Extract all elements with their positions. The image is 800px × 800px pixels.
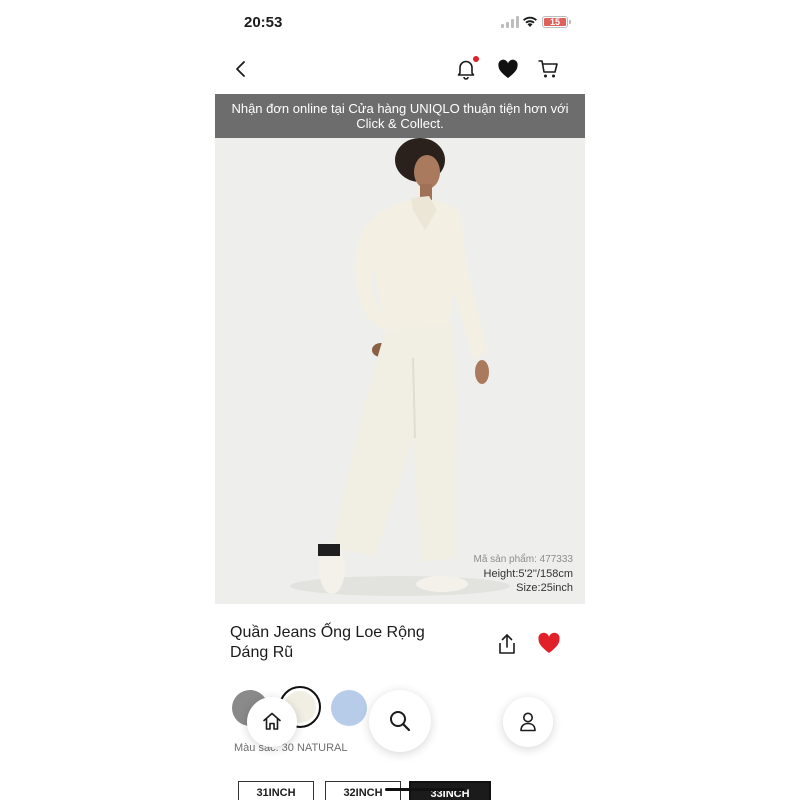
notification-dot xyxy=(473,56,479,62)
account-button[interactable] xyxy=(503,697,553,747)
home-button[interactable] xyxy=(247,697,297,747)
product-title: Quần Jeans Ống Loe Rộng Dáng Rũ xyxy=(230,623,480,663)
favorite-heart-icon[interactable] xyxy=(537,632,561,654)
model-size: Size:25inch xyxy=(516,582,573,594)
product-code: Mã sản phẩm: 477333 xyxy=(473,554,573,565)
product-title-line-1: Quần Jeans Ống Loe Rộng xyxy=(230,624,425,641)
selected-color-label: Màu sắc: 30 NATURAL xyxy=(234,742,348,754)
banner-line-1: Nhận đơn online tại Cửa hàng UNIQLO thuậ… xyxy=(231,101,569,116)
heart-icon[interactable] xyxy=(497,59,519,79)
search-button[interactable] xyxy=(369,690,431,752)
battery-icon: 15 xyxy=(542,16,571,28)
home-icon xyxy=(263,712,281,730)
product-title-line-2: Dáng Rũ xyxy=(230,644,294,661)
phone-screen: 20:53 15 Nhận đơn online tại Cửa hàng UN… xyxy=(215,0,585,800)
battery-level: 15 xyxy=(549,17,560,27)
size-option-31[interactable]: 31INCH xyxy=(238,781,314,800)
search-icon xyxy=(390,711,411,732)
signal-icon xyxy=(501,16,519,28)
model-illustration xyxy=(215,138,585,604)
banner-line-2: Click & Collect. xyxy=(356,116,444,131)
user-icon xyxy=(520,712,536,732)
scroll-indicator xyxy=(385,788,465,791)
product-image[interactable]: 1 3 xyxy=(215,138,585,604)
status-time: 20:53 xyxy=(244,14,283,31)
color-swatch-blue[interactable] xyxy=(331,690,367,726)
model-height: Height:5'2''/158cm xyxy=(483,568,573,580)
click-collect-banner[interactable]: Nhận đơn online tại Cửa hàng UNIQLO thuậ… xyxy=(215,94,585,138)
wifi-icon xyxy=(523,16,537,27)
bell-icon[interactable] xyxy=(456,58,476,80)
share-icon[interactable] xyxy=(497,633,517,655)
cart-icon[interactable] xyxy=(537,58,559,80)
chevron-left-icon[interactable] xyxy=(233,58,249,80)
